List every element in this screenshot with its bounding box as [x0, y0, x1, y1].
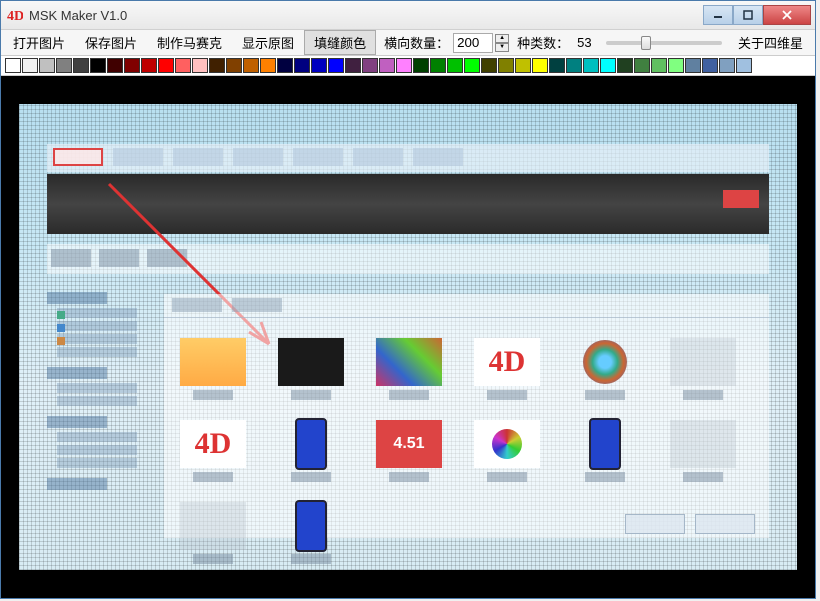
color-swatch[interactable] — [447, 58, 463, 73]
color-swatch[interactable] — [22, 58, 38, 73]
slider-thumb-icon[interactable] — [641, 36, 651, 50]
color-swatch[interactable] — [481, 58, 497, 73]
color-swatch[interactable] — [396, 58, 412, 73]
color-swatch[interactable] — [379, 58, 395, 73]
4d-logo-icon: 4D — [474, 338, 540, 386]
color-swatch[interactable] — [498, 58, 514, 73]
titlebar[interactable]: 4D MSK Maker V1.0 — [1, 1, 815, 30]
show-original-button[interactable]: 显示原图 — [232, 30, 304, 55]
red-badge-icon: 4.51 — [376, 420, 442, 468]
color-swatch[interactable] — [532, 58, 548, 73]
mosaic-highlighted-tab — [53, 148, 103, 166]
color-swatch[interactable] — [107, 58, 123, 73]
svg-text:4D: 4D — [7, 9, 23, 23]
close-button[interactable] — [763, 5, 811, 25]
app-window: 4D MSK Maker V1.0 打开图片 保存图片 制作马赛克 显示原图 填… — [0, 0, 816, 599]
color-swatch[interactable] — [515, 58, 531, 73]
hcount-label: 横向数量： — [376, 33, 453, 52]
mosaic-file-grid: 4D 4D 4.51 — [164, 294, 769, 538]
kinds-label: 种类数： — [509, 33, 573, 52]
phone-icon — [295, 418, 327, 470]
open-image-button[interactable]: 打开图片 — [3, 30, 75, 55]
color-swatch[interactable] — [243, 58, 259, 73]
minimize-button[interactable] — [703, 5, 733, 25]
spin-up-icon[interactable]: ▲ — [495, 34, 509, 43]
mosaic-red-tag — [723, 190, 759, 208]
toolbar: 打开图片 保存图片 制作马赛克 显示原图 填缝颜色 横向数量： ▲▼ 种类数： … — [1, 30, 815, 56]
phone-icon — [295, 500, 327, 552]
window-controls — [703, 5, 811, 25]
color-swatch[interactable] — [226, 58, 242, 73]
color-swatch[interactable] — [430, 58, 446, 73]
kinds-slider[interactable] — [600, 41, 728, 45]
color-swatch[interactable] — [56, 58, 72, 73]
color-swatch[interactable] — [668, 58, 684, 73]
color-wheel-icon — [474, 420, 540, 468]
phone-icon — [589, 418, 621, 470]
color-swatch[interactable] — [311, 58, 327, 73]
color-swatch[interactable] — [73, 58, 89, 73]
maximize-button[interactable] — [733, 5, 763, 25]
fill-color-button[interactable]: 填缝颜色 — [304, 30, 376, 55]
color-swatch[interactable] — [600, 58, 616, 73]
color-swatch[interactable] — [719, 58, 735, 73]
folder-icon — [180, 338, 246, 386]
color-swatch[interactable] — [464, 58, 480, 73]
color-swatch[interactable] — [192, 58, 208, 73]
color-swatch[interactable] — [549, 58, 565, 73]
color-swatch[interactable] — [634, 58, 650, 73]
spin-down-icon[interactable]: ▼ — [495, 43, 509, 52]
color-swatch[interactable] — [617, 58, 633, 73]
color-swatch[interactable] — [277, 58, 293, 73]
color-swatch[interactable] — [260, 58, 276, 73]
color-swatch[interactable] — [328, 58, 344, 73]
color-swatch[interactable] — [362, 58, 378, 73]
window-title: MSK Maker V1.0 — [29, 8, 703, 23]
save-image-button[interactable]: 保存图片 — [75, 30, 147, 55]
color-swatch[interactable] — [90, 58, 106, 73]
color-swatch[interactable] — [583, 58, 599, 73]
color-swatch[interactable] — [702, 58, 718, 73]
color-swatch[interactable] — [5, 58, 21, 73]
color-swatch[interactable] — [345, 58, 361, 73]
app-logo-icon: 4D — [7, 7, 23, 23]
color-swatch[interactable] — [294, 58, 310, 73]
color-swatch[interactable] — [566, 58, 582, 73]
canvas-area[interactable]: 4D 4D 4.51 — [1, 76, 815, 598]
color-swatch[interactable] — [209, 58, 225, 73]
4d-logo-icon: 4D — [180, 420, 246, 468]
color-swatch[interactable] — [175, 58, 191, 73]
color-swatch[interactable] — [124, 58, 140, 73]
color-swatch[interactable] — [736, 58, 752, 73]
mosaic-sidebar — [47, 292, 157, 530]
mosaic-image: 4D 4D 4.51 — [19, 104, 797, 570]
make-mosaic-button[interactable]: 制作马赛克 — [147, 30, 232, 55]
about-button[interactable]: 关于四维星 — [728, 30, 813, 55]
color-swatch[interactable] — [141, 58, 157, 73]
color-swatch[interactable] — [39, 58, 55, 73]
globe-icon — [583, 340, 627, 384]
color-swatch[interactable] — [158, 58, 174, 73]
mosaic-content: 4D 4D 4.51 — [19, 104, 797, 570]
color-palette — [1, 56, 815, 76]
color-swatch[interactable] — [685, 58, 701, 73]
kinds-value: 53 — [573, 35, 599, 50]
color-swatch[interactable] — [413, 58, 429, 73]
hcount-input[interactable] — [453, 33, 493, 53]
hcount-spinner[interactable]: ▲▼ — [495, 34, 509, 52]
color-swatch[interactable] — [651, 58, 667, 73]
